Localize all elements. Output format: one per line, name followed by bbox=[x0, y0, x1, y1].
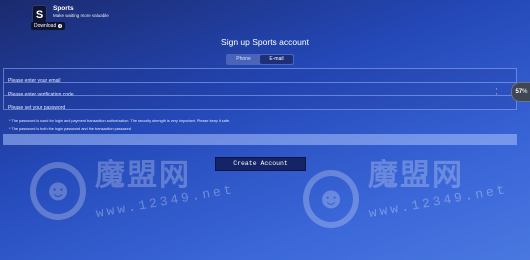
signup-method-tabs: Phone E-mail bbox=[226, 54, 294, 65]
password-notes: * The password is used for login and pay… bbox=[9, 119, 230, 135]
watermark-logo-left: ☻ bbox=[30, 162, 86, 220]
watermark-url: www.12349.net bbox=[94, 181, 236, 222]
email-field-row bbox=[3, 68, 517, 88]
download-label: Download bbox=[34, 23, 57, 29]
code-field-row bbox=[3, 81, 517, 101]
password-note-2: * The password is both the login passwor… bbox=[9, 127, 131, 131]
signup-form bbox=[3, 68, 517, 115]
tab-email[interactable]: E-mail bbox=[260, 55, 293, 64]
devil-logo-icon: ☻ bbox=[30, 162, 86, 220]
create-account-button[interactable]: Create Account bbox=[215, 157, 306, 171]
tab-phone[interactable]: Phone bbox=[227, 55, 260, 64]
watermark-brand: 魔盟网 bbox=[368, 159, 464, 192]
watermark-logo-right: ☻ bbox=[303, 170, 359, 228]
confirm-input-bar[interactable] bbox=[3, 134, 517, 145]
float-badge-value: 57 bbox=[515, 89, 523, 95]
float-progress-badge[interactable]: 57% bbox=[511, 82, 530, 102]
float-side-indicator: ▪ ▪ bbox=[496, 87, 498, 96]
devil-logo-icon: ☻ bbox=[303, 170, 359, 228]
app-tagline: Make waiting more valuable bbox=[53, 13, 109, 18]
watermark-right: 魔盟网 www.12349.net bbox=[368, 150, 509, 221]
page-title: Sign up Sports account bbox=[221, 37, 309, 47]
download-button[interactable]: Download d bbox=[31, 22, 66, 30]
watermark-url: www.12349.net bbox=[367, 181, 509, 222]
app-name: Sports bbox=[53, 5, 74, 12]
password-field-row bbox=[3, 95, 517, 115]
download-icon: d bbox=[58, 24, 63, 28]
password-input[interactable] bbox=[4, 101, 516, 115]
float-badge-unit: % bbox=[522, 89, 528, 95]
password-note-1: * The password is used for login and pay… bbox=[9, 119, 231, 123]
